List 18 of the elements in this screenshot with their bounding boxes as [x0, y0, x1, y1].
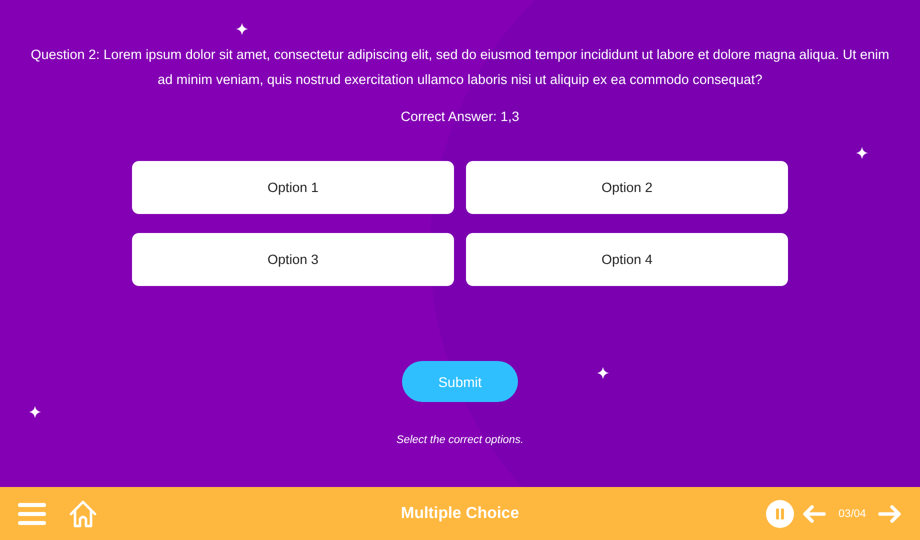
- menu-icon[interactable]: [18, 502, 46, 526]
- option-button[interactable]: Option 4: [466, 233, 788, 286]
- sparkle-icon: [597, 367, 609, 379]
- right-arrow-icon[interactable]: [878, 504, 902, 524]
- option-button[interactable]: Option 2: [466, 161, 788, 214]
- footer-title: Multiple Choice: [400, 504, 520, 522]
- correct-answer-text: Correct Answer: 1,3: [400, 109, 520, 124]
- question-text: Question 2: Lorem ipsum dolor sit amet, consectetur adipiscing elit, sed do eiusmod tempor incididunt ut labore et dolore magna aliqua. Ut enim ad minim veniam, quis nostrud exercitation ullamco laboris nisi ut aliquip ex ea commodo consequat?: [30, 46, 890, 89]
- pause-icon[interactable]: [766, 500, 794, 528]
- sparkle-icon: [856, 147, 868, 159]
- sparkle-icon: [29, 406, 41, 418]
- page-counter: 03/04: [838, 508, 866, 520]
- option-button[interactable]: Option 1: [132, 161, 454, 214]
- left-arrow-icon[interactable]: [802, 504, 826, 524]
- instruction-text: Select the correct options.: [396, 434, 524, 446]
- option-button[interactable]: Option 3: [132, 233, 454, 286]
- sparkle-icon: [236, 23, 248, 35]
- home-icon[interactable]: [68, 498, 98, 528]
